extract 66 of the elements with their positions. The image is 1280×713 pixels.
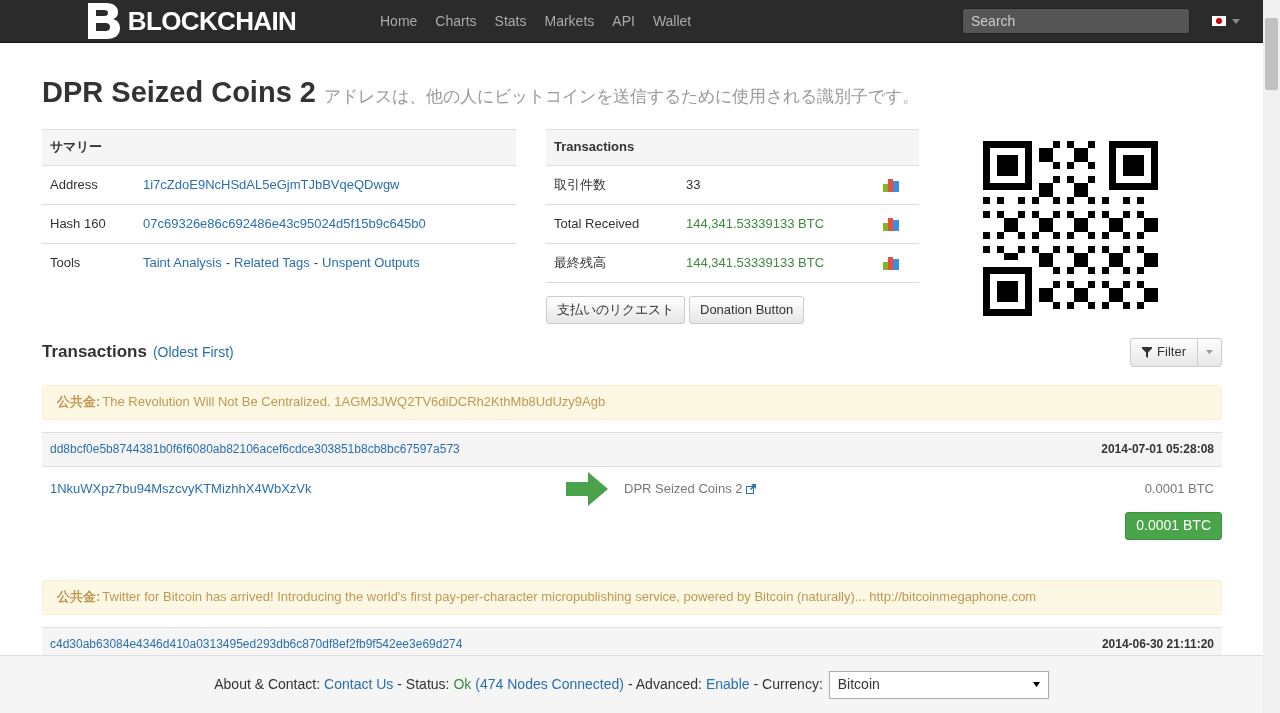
row-label: Hash 160 [50,214,107,233]
search-field[interactable]: Search [962,8,1190,34]
logo-text: BLOCKCHAIN [127,4,297,38]
link[interactable]: Related Tags [234,252,310,273]
bar-chart-icon[interactable] [883,177,900,192]
nav-link[interactable]: Home [380,10,418,32]
row-label: 最終残高 [554,253,607,272]
footer-text: - Status: [397,675,450,694]
external-link-icon[interactable] [745,484,756,494]
nav-link[interactable]: Stats [494,10,527,32]
bar-chart-icon[interactable] [883,255,900,270]
scrollbar[interactable] [1263,0,1280,713]
filter-button[interactable]: Filter [1131,338,1197,366]
page-subtitle: アドレスは、他の人にビットコインを送信するために使用される識別子です。 [323,86,919,108]
transaction-time: 2014-07-01 05:28:08 [1101,441,1214,458]
footer-text: About & Contact: [214,675,321,694]
footer-text: - Advanced: [628,675,702,694]
bar-chart-icon[interactable] [883,216,900,231]
table-header: サマリー [42,128,516,165]
row-label: Total Received [554,214,641,233]
scrollbar-thumb[interactable] [1265,18,1278,90]
caret-icon [1206,350,1213,354]
footer-link[interactable]: Contact Us [324,674,394,695]
input-address-link[interactable]: 1NkuWXpz7bu94MszcvyKTMizhhX4WbXzVk [50,479,566,499]
nav-link[interactable]: Wallet [652,10,692,32]
status-text: Ok [453,675,472,694]
footer-link[interactable]: Enable [705,674,750,695]
link[interactable]: 07c69326e86c692486e43c95024d5f15b9c645b0 [143,213,426,234]
table-header: Transactions [546,128,919,165]
output-label: DPR Seized Coins 2 [624,480,743,499]
page-title: DPR Seized Coins 2 [42,75,316,110]
row-label: Address [50,175,99,194]
sort-order-link[interactable]: (Oldest First) [152,341,234,363]
row-value: 144,341.53339133 BTC [686,253,826,272]
link[interactable]: 1i7cZdoE9NcHSdAL5eGjmTJbBVqeQDwgw [143,174,400,195]
separator-text: - [225,253,231,272]
nav-link[interactable]: Markets [544,10,595,32]
caret-icon[interactable] [1232,18,1240,24]
note-label: 公共金: [57,393,101,412]
transaction-hash-link[interactable]: c4d30ab63084e4346d410a0313495ed293db6c870df8ef2fb9f542ee3e69d274 [50,635,463,653]
total-amount-badge: 0.0001 BTC [1125,511,1222,540]
link[interactable]: Unspent Outputs [322,252,420,273]
caret-icon [1032,682,1040,687]
footer-link[interactable]: (474 Nodes Connected) [475,674,624,695]
transaction-time: 2014-06-30 21:11:20 [1101,636,1214,653]
note-label: 公共金: [57,588,101,607]
japan-flag-icon[interactable] [1212,16,1226,26]
link[interactable]: Taint Analysis [143,252,222,273]
nav-link[interactable]: API [612,10,635,32]
row-value: 144,341.53339133 BTC [686,214,826,233]
section-title: Transactions [42,341,147,364]
separator-text: - [313,253,319,272]
filter-icon [1142,346,1153,358]
action-button[interactable]: 支払いのリクエスト [546,295,685,324]
note-text: The Revolution Will Not Be Centralized. 1AGM3JWQ2TV6diDCRh2KthMb8UdUzy9Agb [102,393,606,412]
footer-text: - Currency: [753,675,823,694]
nav-link[interactable]: Charts [435,10,477,32]
transaction-hash-link[interactable]: dd8bcf0e5b8744381b0f6f6080ab82106acef6cdce303851b8cb8bc67597a573 [50,440,460,458]
row-label: 取引件数 [554,175,607,194]
currency-select[interactable]: Bitcoin [828,670,1049,699]
row-label: Tools [50,253,82,272]
output-amount: 0.0001 BTC [1144,480,1214,499]
row-value: 33 [686,175,702,194]
note-text: Twitter for Bitcoin has arrived! Introducing the world's first pay-per-character micropublishing service, powered by Bitcoin (naturally)... http://bitcoinmegaphone.com [102,588,1037,607]
action-button[interactable]: Donation Button [689,295,805,324]
right-arrow-icon [566,472,608,506]
